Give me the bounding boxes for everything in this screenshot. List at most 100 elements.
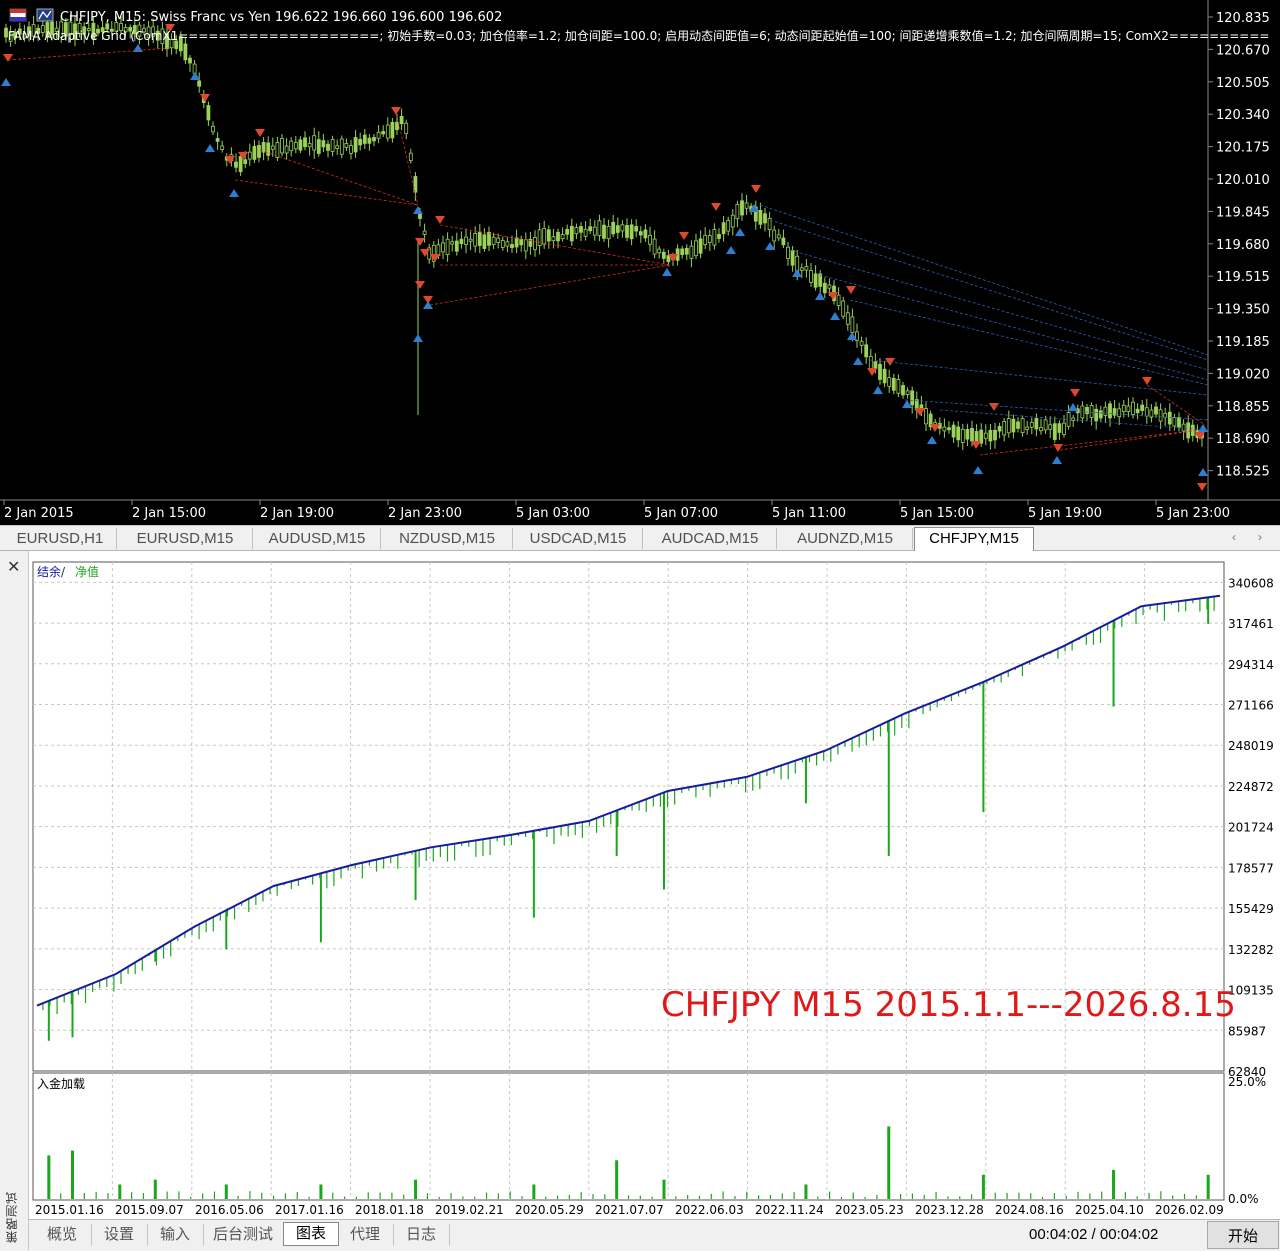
tester-tab[interactable]: 图表 — [283, 1222, 339, 1246]
deposit-load-tick — [190, 1196, 192, 1199]
equity-tick-label: 294314 — [1228, 658, 1274, 672]
start-button[interactable]: 开始 — [1207, 1221, 1279, 1249]
deposit-load-tick — [414, 1194, 417, 1199]
candle-body — [643, 229, 648, 239]
candle-body — [827, 284, 832, 289]
deposit-load-tick — [367, 1192, 369, 1199]
candle-body — [712, 229, 717, 246]
tester-tab[interactable]: 日志 — [393, 1224, 450, 1246]
deposit-load-tick — [1065, 1195, 1067, 1199]
deposit-load-tick — [1077, 1191, 1079, 1199]
tester-tab[interactable]: 后台测试 — [203, 1224, 284, 1246]
candle-body — [689, 245, 694, 259]
symbol-tab[interactable]: EURUSD,M15 — [118, 528, 253, 549]
deposit-load-tick — [793, 1192, 795, 1199]
tab-scroll-left-icon[interactable]: ‹ — [1232, 530, 1236, 544]
price-chart[interactable]: 120.835 120.670 120.505 120.340 120.175 120.0… — [0, 0, 1280, 525]
deposit-load-tick — [273, 1195, 275, 1199]
candle-body — [620, 224, 625, 232]
deposit-load-tick — [237, 1195, 239, 1199]
legend-equity: 净值 — [75, 564, 99, 579]
symbol-tab[interactable]: AUDCAD,M15 — [644, 528, 777, 549]
deposit-load-tick — [284, 1193, 287, 1199]
candle-body — [1144, 407, 1149, 417]
tester-tab[interactable]: 代理 — [337, 1224, 394, 1246]
symbol-tab[interactable]: AUDNZD,M15 — [778, 528, 913, 549]
candle-body — [625, 225, 629, 238]
deposit-load-tick — [758, 1195, 760, 1199]
deposit-load-tick — [308, 1196, 310, 1199]
deposit-load-tick — [403, 1194, 405, 1199]
symbol-tab[interactable]: CHFJPY,M15 — [914, 527, 1034, 551]
price-tick-label: 118.855 — [1216, 400, 1270, 415]
candle-body — [597, 220, 602, 237]
candle-body — [703, 234, 708, 246]
buy-grid-line — [869, 359, 1209, 396]
deposit-load-title: 入金加载 — [37, 1076, 85, 1091]
candle-body — [887, 377, 892, 387]
sell-arrow-icon — [3, 54, 13, 62]
deposit-load-tick — [556, 1195, 559, 1199]
buy-arrow-icon — [765, 242, 775, 250]
equity-tick-label: 317461 — [1228, 617, 1274, 631]
candle-body — [997, 426, 1002, 432]
tester-side-title: 策略测试 — [5, 1191, 19, 1243]
candle-body — [661, 251, 666, 259]
close-icon[interactable]: ✕ — [7, 557, 20, 577]
price-tick-label: 120.340 — [1216, 108, 1270, 123]
candle-body — [629, 224, 634, 240]
deposit-load-tick — [805, 1196, 807, 1199]
candle-body — [450, 241, 455, 245]
candle-body — [266, 142, 271, 156]
candle-body — [390, 121, 395, 139]
deposit-load-tick — [83, 1192, 85, 1199]
candle-body — [776, 234, 781, 239]
candle-body — [335, 145, 340, 150]
sell-arrow-icon — [1142, 377, 1152, 385]
deposit-load-tick — [355, 1196, 358, 1199]
candle-body — [648, 234, 652, 245]
tab-scroll-right-icon[interactable]: › — [1258, 530, 1262, 544]
tester-tab[interactable]: 概览 — [33, 1224, 92, 1246]
candle-body — [1181, 423, 1186, 432]
candle-body — [220, 145, 225, 150]
symbol-tab[interactable]: EURUSD,H1 — [4, 528, 117, 549]
price-chart-canvas[interactable]: 120.835 120.670 120.505 120.340 120.175 120.0… — [0, 0, 1280, 525]
candle-body — [652, 238, 657, 255]
candle-body — [293, 142, 298, 150]
deposit-load-tick — [1041, 1196, 1044, 1199]
candle-body — [183, 43, 188, 61]
symbol-tab[interactable]: USDCAD,M15 — [514, 528, 643, 549]
sell-arrow-icon — [415, 238, 425, 246]
candle-body — [1140, 404, 1145, 411]
deposit-load-tick — [935, 1191, 937, 1199]
candle-body — [560, 234, 565, 240]
time-tick-label: 5 Jan 07:00 — [644, 506, 718, 521]
candle-body — [372, 137, 376, 142]
price-tick-label: 120.670 — [1216, 43, 1270, 58]
candle-body — [459, 238, 464, 245]
candle-body — [247, 151, 252, 160]
candle-body — [1006, 418, 1011, 434]
candle-body — [965, 429, 970, 440]
candle-body — [321, 140, 326, 148]
candle-body — [845, 312, 850, 325]
deposit-load-tick — [876, 1194, 878, 1199]
candle-body — [473, 233, 478, 247]
candle-body — [910, 390, 915, 406]
candle-body — [464, 236, 468, 245]
candle-body — [234, 161, 238, 168]
buy-grid-line — [849, 299, 1209, 386]
candle-body — [519, 238, 524, 246]
candle-body — [316, 139, 321, 154]
candle-body — [188, 57, 192, 64]
candle-body — [1126, 405, 1131, 413]
deposit-load-tick — [710, 1193, 712, 1199]
sell-arrow-icon — [255, 129, 265, 137]
buy-arrow-icon — [1052, 456, 1062, 464]
tester-tab[interactable]: 设置 — [91, 1224, 148, 1246]
symbol-tab[interactable]: NZDUSD,M15 — [382, 528, 513, 549]
symbol-tab[interactable]: AUDUSD,M15 — [254, 528, 381, 549]
tester-tab[interactable]: 输入 — [147, 1224, 204, 1246]
deposit-load-tick — [119, 1195, 121, 1199]
